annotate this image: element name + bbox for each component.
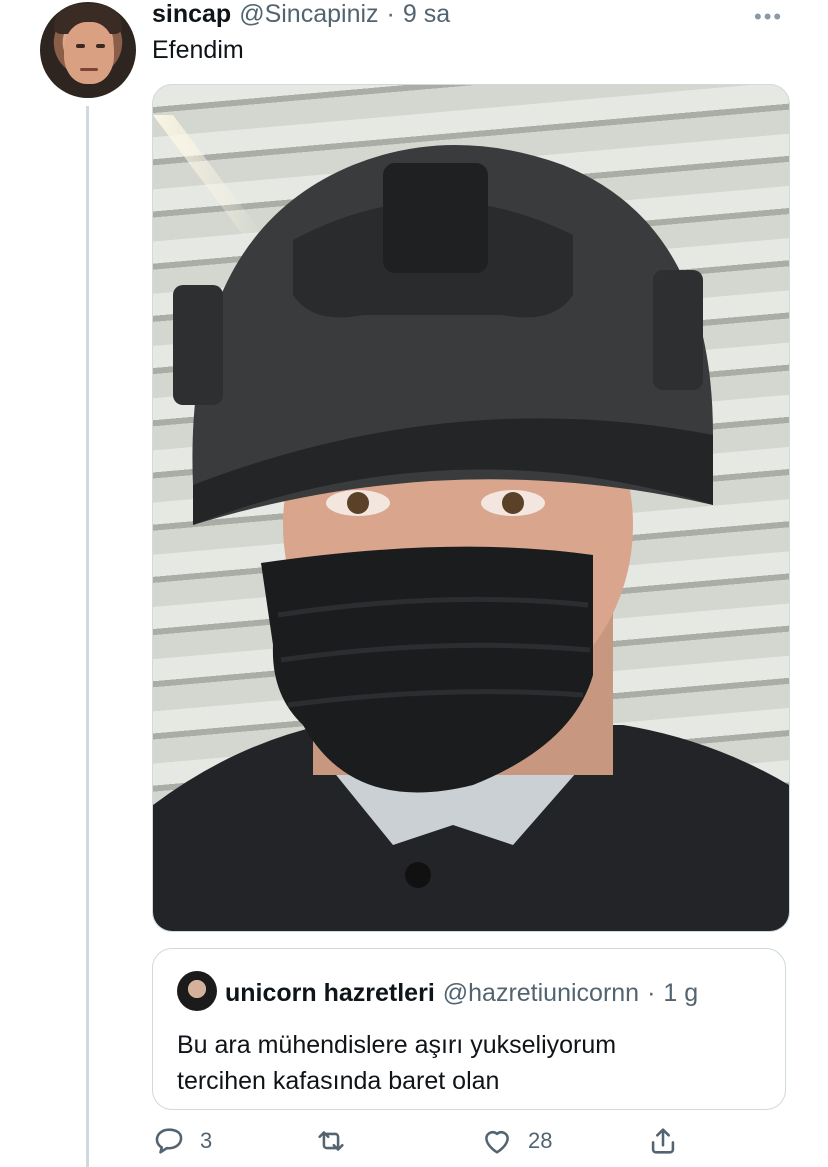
avatar-face (64, 22, 114, 84)
thread-line (86, 106, 89, 1167)
pupil-left (347, 492, 369, 514)
window-light (153, 115, 263, 235)
quoted-tweet[interactable]: unicorn hazretleri @hazretiunicornn · 1 … (152, 948, 786, 1110)
author-name[interactable]: sincap (152, 0, 231, 29)
quoted-author-name[interactable]: unicorn hazretleri (225, 979, 435, 1008)
share-button[interactable] (646, 1124, 680, 1158)
quoted-text-line: tercihen kafasında baret olan (177, 1067, 500, 1095)
quoted-tweet-header: unicorn hazretleri @hazretiunicornn · 1 … (225, 979, 698, 1008)
pupil-right (502, 492, 524, 514)
like-button[interactable]: 28 (480, 1124, 552, 1158)
retweet-button[interactable] (314, 1124, 362, 1158)
author-avatar[interactable] (40, 2, 136, 98)
quoted-author-avatar[interactable] (177, 971, 217, 1011)
avatar-mouth (80, 68, 98, 71)
author-handle[interactable]: @Sincapiniz (239, 0, 378, 29)
tweet-header: sincap @Sincapiniz · 9 sa (152, 0, 450, 30)
reply-button[interactable]: 3 (152, 1124, 212, 1158)
tweet-time[interactable]: 9 sa (403, 0, 450, 29)
tweet-text: Efendim (152, 36, 244, 64)
retweet-icon (318, 1131, 344, 1151)
reply-icon (155, 1128, 183, 1154)
tweet-media[interactable] (152, 84, 790, 932)
quoted-text-line: Bu ara mühendislere aşırı yukseliyorum (177, 1031, 617, 1059)
helmet-shroud (383, 163, 488, 273)
jacket-button (405, 862, 431, 888)
more-icon[interactable]: ••• (754, 4, 783, 30)
helmet-rail-left (173, 285, 223, 405)
quoted-separator-dot: · (647, 979, 656, 1007)
like-icon (485, 1131, 509, 1154)
share-icon (651, 1128, 675, 1154)
avatar-eye-left (76, 44, 85, 48)
helmet-rail-right (653, 270, 703, 390)
quoted-author-handle[interactable]: @hazretiunicornn (443, 979, 639, 1008)
tweet-actions: 3 28 (152, 1124, 792, 1164)
separator-dot: · (386, 0, 395, 28)
like-count: 28 (528, 1128, 553, 1153)
media-photo (153, 115, 789, 931)
quoted-tweet-time[interactable]: 1 g (663, 979, 698, 1008)
avatar-eye-right (96, 44, 105, 48)
reply-count: 3 (200, 1128, 213, 1153)
quoted-tweet-text: Bu ara mühendislere aşırı yukseliyorum t… (177, 1027, 616, 1099)
